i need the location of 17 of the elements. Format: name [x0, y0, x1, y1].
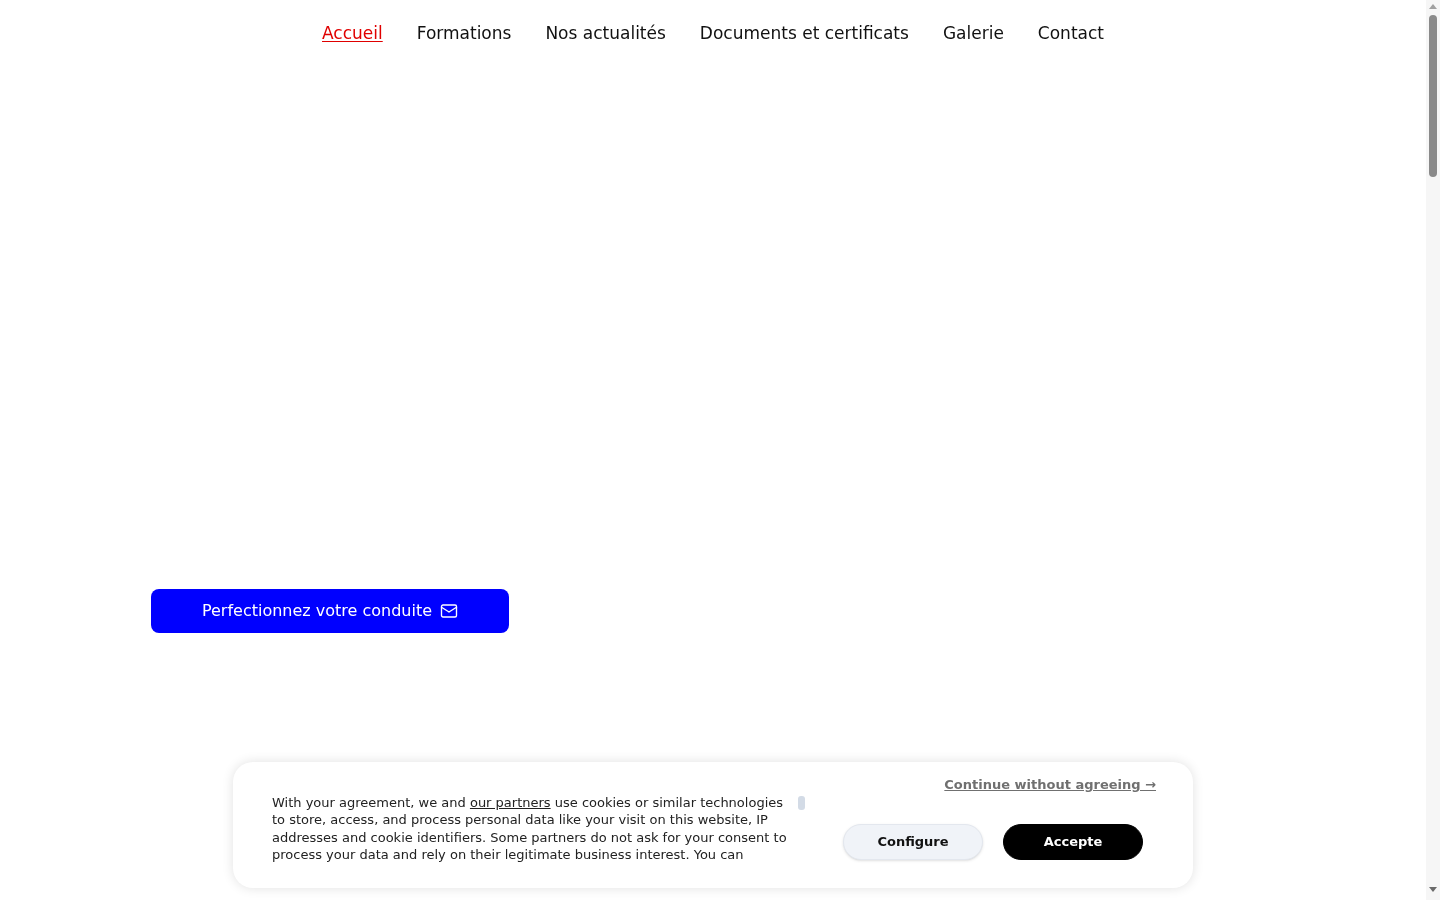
configure-button[interactable]: Configure [843, 824, 983, 860]
nav-link[interactable]: Contact [1037, 22, 1104, 44]
text-scrollbar-thumb[interactable] [798, 796, 805, 810]
nav-link[interactable]: Formations [416, 22, 512, 44]
cookie-message: With your agreement, we and our partners use cookies or similar technologies to store, access, and process personal data like your visit on this website, IP addresses and cookie identifiers. Some partners do not ask for your consent to process your data and rely on their legitimate business interest. You can [272, 794, 788, 864]
cta-button[interactable]: Perfectionnez votre conduite [151, 589, 509, 633]
partners-link[interactable]: our partners [469, 795, 551, 810]
scroll-down-arrow-icon[interactable] [1429, 887, 1437, 892]
mail-icon [440, 602, 459, 620]
nav-link[interactable]: Nos actualités [545, 22, 666, 44]
nav-link[interactable]: Accueil [322, 22, 383, 44]
scroll-up-arrow-icon[interactable] [1429, 4, 1437, 9]
nav-link[interactable]: Documents et certificats [699, 22, 909, 44]
accept-button[interactable]: Accepte [1003, 824, 1143, 860]
nav-link[interactable]: Galerie [942, 22, 1004, 44]
continue-without-agreeing-link[interactable]: Continue without agreeing → [944, 776, 1156, 793]
scrollbar-thumb[interactable] [1429, 15, 1437, 177]
